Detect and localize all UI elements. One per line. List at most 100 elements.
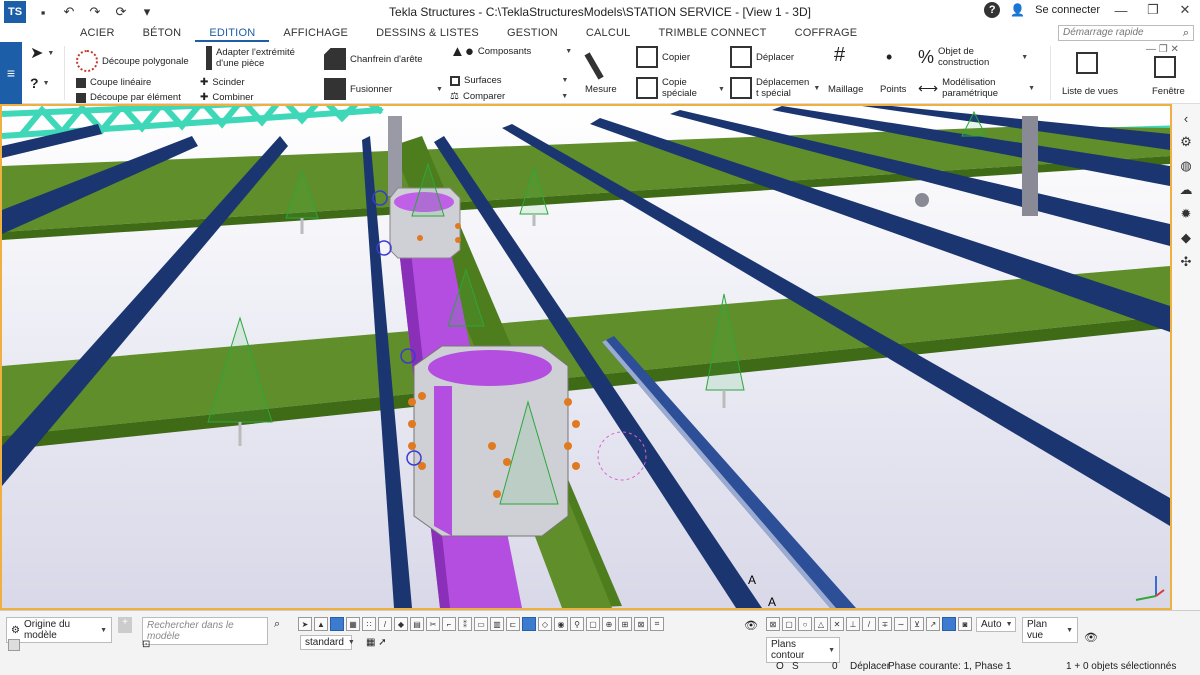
copier-button[interactable]: Copier	[636, 46, 690, 68]
gear-icon[interactable]: ✹	[1178, 206, 1194, 222]
add-button[interactable]: +	[118, 617, 132, 633]
select-tool-button[interactable]: ➤ ▼	[30, 46, 54, 62]
scinder-button[interactable]: ✚ Scinder	[200, 77, 245, 88]
snap-intersect-icon[interactable]: ✕	[830, 617, 844, 631]
tab-coffrage[interactable]: COFFRAGE	[781, 24, 872, 42]
select-surface-icon[interactable]: ▢	[586, 617, 600, 631]
select-all-icon[interactable]: ➤	[298, 617, 312, 631]
snap-arrow-icon[interactable]: ↗	[926, 617, 940, 631]
globe-icon[interactable]: ◍	[1178, 158, 1194, 174]
undo-icon[interactable]: ↶	[60, 3, 78, 21]
chevron-left-icon[interactable]: ‹	[1178, 110, 1194, 126]
panel-toggle[interactable]	[8, 639, 20, 651]
select-component-icon[interactable]	[330, 617, 344, 631]
redo-icon[interactable]: ↷	[86, 3, 104, 21]
copie-speciale-button[interactable]: Copie spéciale	[636, 77, 697, 99]
select-line-icon[interactable]: /	[378, 617, 392, 631]
help-button[interactable]: ?	[984, 2, 1001, 18]
origine-dropdown[interactable]: ⚙ Origine du modèle ▼	[6, 617, 112, 643]
tab-trimble-connect[interactable]: TRIMBLE CONNECT	[644, 24, 780, 42]
select-solid-icon[interactable]: ◆	[394, 617, 408, 631]
tab-affichage[interactable]: AFFICHAGE	[269, 24, 362, 42]
surfaces-button[interactable]: Surfaces ▼	[450, 75, 568, 86]
zoom-icon[interactable]: ⊡	[142, 639, 150, 650]
select-view-icon[interactable]: ◉	[554, 617, 568, 631]
tab-acier[interactable]: ACIER	[66, 24, 129, 42]
snap-line-icon[interactable]: /	[862, 617, 876, 631]
fenetre-button[interactable]: Fenêtre	[1152, 86, 1185, 97]
select-bolt-icon[interactable]: ⁑	[458, 617, 472, 631]
tab-dessins-listes[interactable]: DESSINS & LISTES	[362, 24, 493, 42]
snap-mid-icon[interactable]: △	[814, 617, 828, 631]
snap-near-icon[interactable]: ∓	[878, 617, 892, 631]
view-rotation-center-icon[interactable]	[915, 193, 929, 207]
snap-center-icon[interactable]: ○	[798, 617, 812, 631]
save-icon[interactable]: ▪	[34, 3, 52, 21]
select-weld-icon[interactable]: ⌐	[442, 617, 456, 631]
select-plane-icon[interactable]: ▭	[474, 617, 488, 631]
tab-calcul[interactable]: CALCUL	[572, 24, 645, 42]
combiner-button[interactable]: ✚ Combiner	[200, 92, 254, 103]
quick-search-input[interactable]: Démarrage rapide ⌕	[1058, 25, 1194, 41]
select-object-icon[interactable]: ⊏	[506, 617, 520, 631]
select-mesh-icon[interactable]: ⊠	[634, 617, 648, 631]
auto-dropdown[interactable]: Auto ▼	[976, 617, 1016, 632]
snap-geom-icon[interactable]	[942, 617, 956, 631]
decoupe-polygonale-button[interactable]: Découpe polygonale	[76, 50, 189, 72]
steel-truss[interactable]	[2, 106, 384, 139]
minimize-button[interactable]: —	[1110, 3, 1132, 18]
select-part-icon[interactable]: ▲	[314, 617, 328, 631]
cube-icon[interactable]: ◆	[1178, 230, 1194, 246]
standard-dropdown[interactable]: standard ▼	[300, 635, 355, 650]
select-cut-icon[interactable]: ✂	[426, 617, 440, 631]
snap-ref-icon[interactable]: ⊠	[766, 617, 780, 631]
visibility-eye-icon[interactable]: 👁	[744, 619, 758, 632]
objet-construction-button[interactable]: % Objet de construction ▼	[918, 46, 1028, 68]
plans-contour-dropdown[interactable]: Plans contour ▼	[766, 637, 840, 663]
select-center-icon[interactable]: ⊕	[602, 617, 616, 631]
query-tool-button[interactable]: ? ▼	[30, 76, 50, 90]
properties-icon[interactable]: ⚙	[1178, 134, 1194, 150]
snap-perp-icon[interactable]: ⊥	[846, 617, 860, 631]
cloud-icon[interactable]: ☁	[1178, 182, 1194, 198]
decoupe-element-button[interactable]: Découpe par élément	[76, 92, 181, 103]
maillage-button[interactable]: Maillage	[828, 84, 863, 95]
copie-speciale-dropdown[interactable]: ▼	[718, 84, 725, 95]
modelisation-parametrique-button[interactable]: ⟷ Modélisation paramétrique ▼	[918, 77, 1035, 99]
chanfrein-button[interactable]: Chanfrein d'arête	[324, 48, 423, 70]
search-icon[interactable]: ⌕	[274, 618, 280, 631]
hamburger-menu-icon[interactable]: ≡	[0, 42, 22, 104]
grid-settings-icon[interactable]: ✣	[1178, 254, 1194, 270]
login-link[interactable]: Se connecter	[1035, 4, 1100, 16]
coupe-lineaire-button[interactable]: Coupe linéaire	[76, 77, 151, 88]
model-viewport-3d[interactable]: A A	[0, 104, 1172, 610]
snap-plane-icon[interactable]: ⊻	[910, 617, 924, 631]
plan-vue-dropdown[interactable]: Plan vue ▼	[1022, 617, 1078, 643]
select-edge-icon[interactable]: ⌗	[650, 617, 664, 631]
composants-button[interactable]: ▲● Composants ▼	[450, 44, 572, 59]
connection-plate-lower[interactable]	[413, 345, 569, 537]
mesure-button[interactable]: Mesure	[585, 84, 617, 95]
close-button[interactable]: ✕	[1174, 2, 1196, 18]
snap-grid-icon[interactable]: ◙	[958, 617, 972, 631]
select-snap-icon[interactable]	[522, 617, 536, 631]
snap-settings-icon[interactable]: ▦ ➚	[366, 637, 387, 648]
customize-icon[interactable]: ▾	[138, 3, 156, 21]
select-rebar-icon[interactable]: ▤	[410, 617, 424, 631]
select-ref-icon[interactable]: ◇	[538, 617, 552, 631]
tab-gestion[interactable]: GESTION	[493, 24, 572, 42]
deplacement-special-button[interactable]: Déplacemen t spécial ▼	[730, 77, 820, 99]
adapter-extremite-button[interactable]: Adapter l'extrémité d'une pièce	[206, 46, 295, 70]
tab-edition[interactable]: EDITION	[195, 24, 270, 42]
select-grid-icon[interactable]: ▦	[346, 617, 360, 631]
fusionner-button[interactable]: Fusionner	[324, 78, 392, 100]
model-search-input[interactable]: Rechercher dans le modèle	[142, 617, 268, 645]
deplacer-button[interactable]: Déplacer	[730, 46, 794, 68]
model-scene[interactable]: A A	[2, 106, 1170, 608]
liste-vues-button[interactable]: Liste de vues	[1062, 86, 1118, 97]
snap-end-icon[interactable]: ▢	[782, 617, 796, 631]
comparer-button[interactable]: ⚖ Comparer ▼	[450, 91, 568, 102]
select-filter-icon[interactable]: ⚲	[570, 617, 584, 631]
select-points-icon[interactable]: ∷	[362, 617, 376, 631]
visibility-eye-icon[interactable]: 👁	[1084, 631, 1098, 644]
